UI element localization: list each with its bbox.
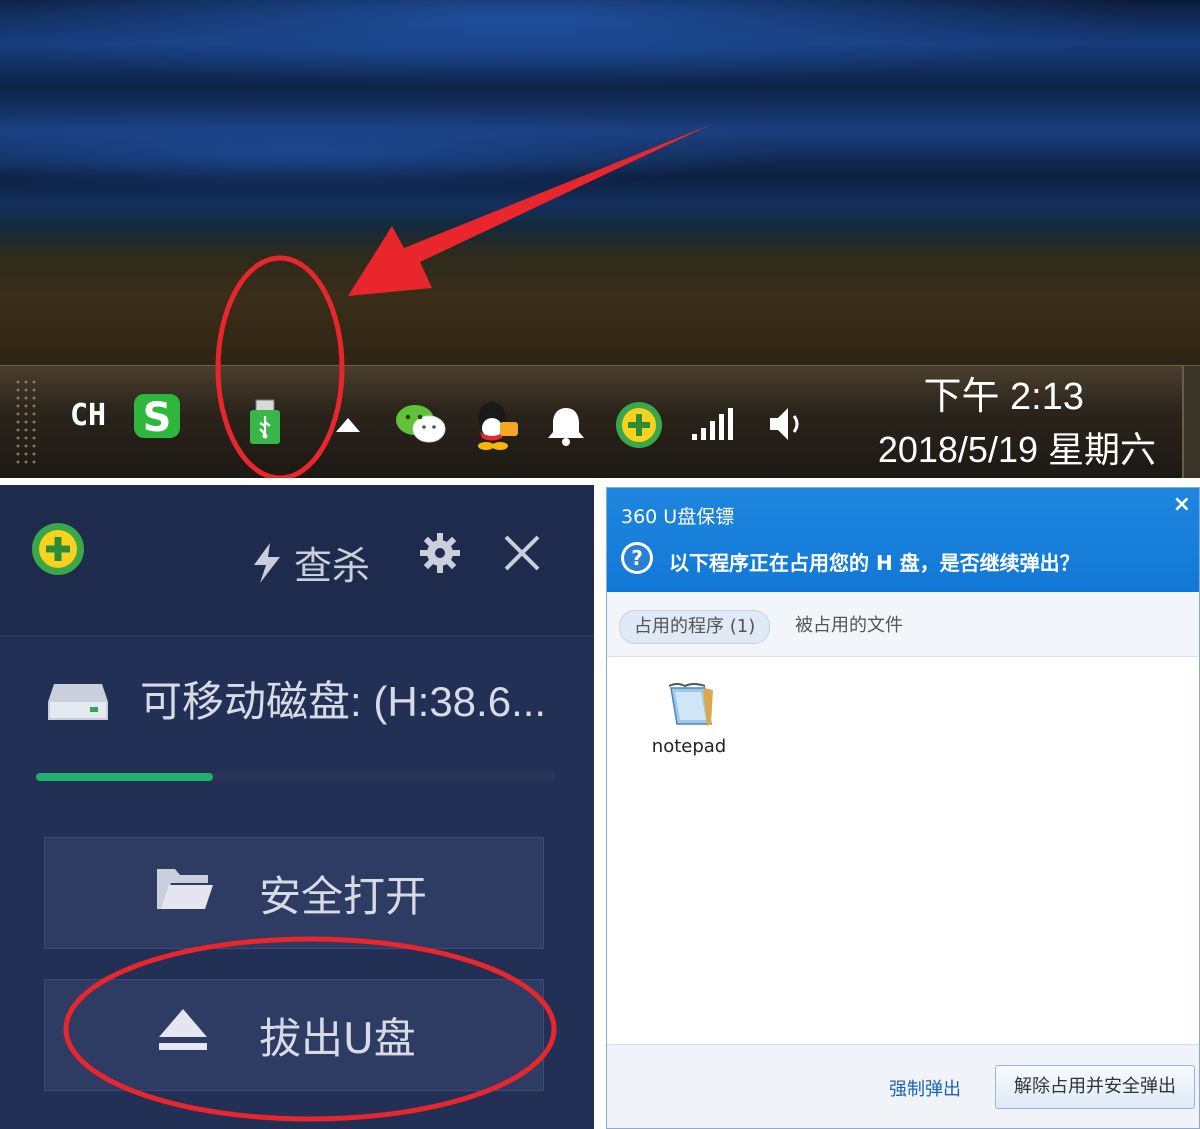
dialog-tabs: 占用的程序 (1) 被占用的文件: [607, 592, 1199, 657]
drive-name: 可移动磁盘: (H:38.6...: [140, 678, 547, 725]
header-divider: [0, 635, 594, 637]
360-logo-icon: [30, 521, 86, 581]
dialog-title: 360 U盘保镖: [621, 506, 735, 528]
close-icon[interactable]: [502, 533, 542, 577]
eject-usb-label: 拔出U盘: [259, 1013, 416, 1063]
folder-open-icon: [155, 865, 215, 921]
popup-header: 查杀: [0, 485, 594, 635]
program-name: notepad: [651, 736, 727, 757]
svg-text:?: ?: [631, 546, 643, 570]
scan-label: 查杀: [294, 544, 371, 588]
dialog-titlebar: 360 U盘保镖 × ? 以下程序正在占用您的 H 盘，是否继续弹出？: [607, 488, 1199, 592]
lightning-icon: [254, 542, 280, 583]
eject-icon: [155, 1007, 211, 1063]
usb-guard-dialog: 360 U盘保镖 × ? 以下程序正在占用您的 H 盘，是否继续弹出？ 占用的程…: [606, 487, 1200, 1129]
safe-eject-button[interactable]: 解除占用并安全弹出: [995, 1065, 1195, 1109]
usb-popup-panel: 查杀 可移动磁盘: (H:38.6... 安全打开 拔出U盘: [0, 485, 594, 1129]
safe-open-button[interactable]: 安全打开: [44, 837, 544, 949]
removable-disk-icon: [46, 680, 110, 728]
desktop-screenshot: CH S 下午 2:13 2018/5/19 星期六: [0, 0, 1200, 478]
eject-usb-button[interactable]: 拔出U盘: [44, 979, 544, 1091]
notepad-icon: [668, 683, 713, 726]
gear-icon[interactable]: [418, 531, 462, 579]
tab-occupying-programs[interactable]: 占用的程序 (1): [619, 610, 771, 644]
annotation-overlay: [215, 124, 712, 478]
dialog-question: 以下程序正在占用您的 H 盘，是否继续弹出？: [669, 551, 1080, 575]
question-icon: ?: [619, 540, 655, 580]
safe-open-label: 安全打开: [259, 871, 428, 921]
force-eject-link[interactable]: 强制弹出: [889, 1075, 961, 1101]
annotation-arrow: [348, 124, 712, 296]
annotation-circle-usb: [215, 255, 345, 478]
tab-occupied-files[interactable]: 被占用的文件: [795, 610, 903, 642]
dialog-close-button[interactable]: ×: [1173, 492, 1191, 517]
drive-usage-bar: [36, 773, 556, 781]
program-item[interactable]: notepad: [647, 680, 731, 757]
drive-usage-fill: [36, 773, 213, 781]
dialog-footer: 强制弹出 解除占用并安全弹出: [607, 1044, 1199, 1128]
scan-button[interactable]: 查杀: [250, 535, 370, 590]
